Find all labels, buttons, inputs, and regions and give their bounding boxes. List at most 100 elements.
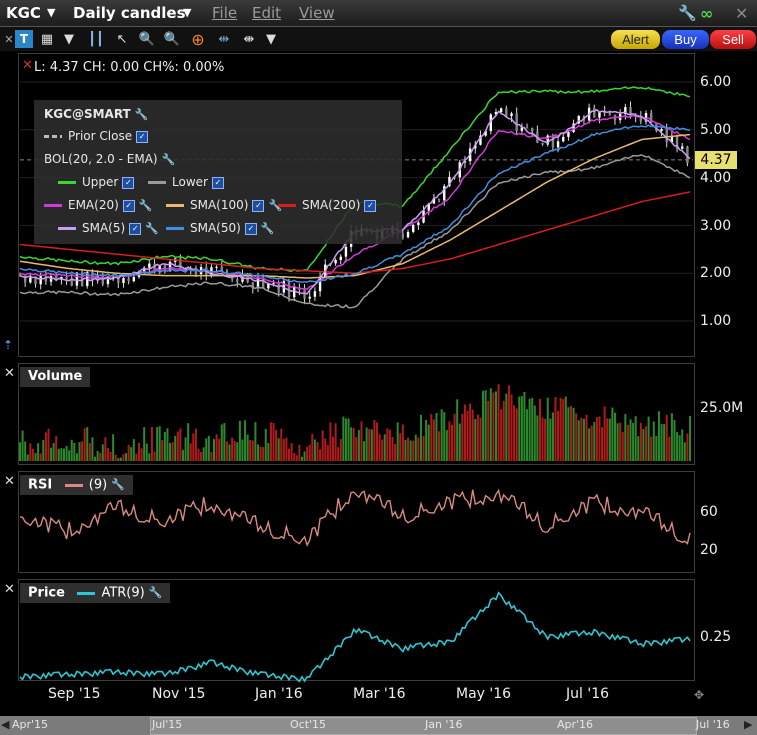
sell-button[interactable]: Sell	[710, 30, 756, 49]
volume-tick: 25.0M	[700, 400, 744, 416]
text-tool-icon[interactable]: T	[15, 30, 33, 48]
sma50-label: SMA(50)	[190, 221, 241, 235]
wrench-icon[interactable]: 🔧	[111, 475, 125, 495]
price-tick: 3.00	[700, 218, 732, 234]
x-tick: Jul '16	[566, 686, 610, 702]
price-tick: 5.00	[700, 122, 732, 138]
scroll-left-icon[interactable]: ◀	[1, 718, 9, 731]
menu-view[interactable]: View	[299, 4, 335, 22]
sma100-checkbox[interactable]: ✓	[252, 199, 265, 212]
scroller-thumb[interactable]	[150, 717, 697, 735]
chevron-down-icon[interactable]: ▼	[183, 6, 191, 19]
legend-sma50: SMA(50) ✓ 🔧	[166, 221, 275, 235]
x-tick: Mar '16	[353, 686, 406, 702]
sma200-checkbox[interactable]: ✓	[364, 199, 377, 212]
chart-toolbar: ✕ T ▦ ▼ ┃┃ ↖ 🔍 🔍 ⊕ ⇹ ⇼ ▼ Alert Buy Sell	[0, 27, 757, 51]
legend-lower: Lower ✓	[148, 175, 224, 189]
wrench-icon[interactable]: 🔧	[149, 583, 163, 603]
info-close-icon[interactable]: ✕	[22, 58, 33, 73]
ema20-checkbox[interactable]: ✓	[122, 199, 135, 212]
rsi-tick: 20	[700, 542, 718, 558]
chevron-down-icon[interactable]: ▼	[47, 6, 55, 19]
pan-icon[interactable]: ✥	[694, 688, 704, 702]
rsi-label-box: RSI (9) 🔧	[20, 475, 133, 495]
lower-checkbox[interactable]: ✓	[211, 176, 224, 189]
crosshair-icon[interactable]: ⊕	[189, 30, 207, 49]
buy-button[interactable]: Buy	[662, 30, 709, 49]
sma50-checkbox[interactable]: ✓	[244, 222, 257, 235]
lower-swatch-icon	[148, 181, 166, 184]
volume-panel[interactable]	[18, 363, 695, 465]
menu-file[interactable]: File	[212, 4, 237, 22]
compress-icon[interactable]: ⇹	[215, 30, 233, 48]
scroll-right-icon[interactable]: ▶	[744, 718, 752, 731]
atr-swatch-icon	[77, 591, 96, 595]
x-tick: Jan '16	[255, 686, 303, 702]
contract-label: KGC@SMART	[44, 107, 131, 121]
close-icon[interactable]: ✕	[735, 4, 748, 23]
timeframe-selector[interactable]: Daily candles	[73, 4, 186, 22]
time-scroller[interactable]: ◀ Apr'15 Jul'15 Oct'15 Jan '16 Apr'16 Ju…	[0, 716, 757, 735]
scroller-label: Jan '16	[425, 718, 463, 731]
bar-chart-icon[interactable]: ┃┃	[87, 30, 105, 48]
symbol-selector[interactable]: KGC	[6, 4, 41, 22]
alert-button[interactable]: Alert	[611, 30, 660, 49]
wrench-icon[interactable]: 🔧	[678, 4, 697, 22]
price-tick: 1.00	[700, 313, 732, 329]
sma5-label: SMA(5)	[82, 221, 126, 235]
chevron-down-icon[interactable]: ▼	[60, 30, 78, 48]
rsi-swatch-icon	[64, 483, 83, 487]
price-tick: 4.00	[700, 170, 732, 186]
atr-tick: 0.25	[700, 629, 732, 645]
menu-edit[interactable]: Edit	[252, 4, 281, 22]
scroller-label: Apr'16	[557, 718, 594, 731]
wrench-icon[interactable]: 🔧	[135, 108, 149, 121]
atr-label-box: Price ATR(9) 🔧	[20, 583, 171, 603]
scroller-label: Jul '16	[696, 718, 730, 731]
cursor-icon[interactable]: ↖	[113, 30, 131, 48]
volume-title: Volume	[20, 367, 91, 387]
scroller-label: Jul'15	[152, 718, 183, 731]
volume-close-icon[interactable]: ✕	[4, 366, 15, 381]
scale-icon[interactable]: ⇡	[3, 338, 13, 352]
rsi-close-icon[interactable]: ✕	[4, 474, 15, 489]
wrench-icon[interactable]: 🔧	[145, 222, 159, 235]
zoom-in-icon[interactable]: 🔍	[138, 30, 156, 48]
wrench-icon[interactable]: 🔧	[139, 199, 153, 212]
rsi-param: (9)	[88, 477, 108, 493]
title-bar: KGC ▼ Daily candles ▼ File Edit View 🔧 ∞…	[0, 0, 757, 27]
dashed-line-icon	[44, 135, 62, 138]
sma100-label: SMA(100)	[190, 198, 249, 212]
upper-label: Upper	[82, 175, 119, 189]
last-price-tag: 4.37	[695, 151, 737, 169]
price-tick: 6.00	[700, 74, 732, 90]
chevron-down-icon[interactable]: ▼	[262, 30, 280, 48]
scroller-label: Apr'15	[12, 718, 49, 731]
rsi-title: RSI	[28, 477, 53, 493]
prior-close-checkbox[interactable]: ✓	[136, 130, 149, 143]
sma200-swatch-icon	[278, 204, 296, 207]
layout-grid-icon[interactable]: ▦	[38, 30, 56, 48]
legend-ema20: EMA(20) ✓ 🔧	[44, 198, 152, 212]
expand-icon[interactable]: ⇼	[240, 30, 258, 48]
wrench-icon[interactable]: 🔧	[162, 153, 176, 166]
sma50-swatch-icon	[166, 227, 184, 230]
upper-swatch-icon	[58, 181, 76, 184]
atr-title: Price	[28, 585, 65, 601]
legend-sma5: SMA(5) ✓ 🔧	[58, 221, 159, 235]
link-icon[interactable]: ∞	[700, 4, 713, 23]
atr-close-icon[interactable]: ✕	[4, 582, 15, 597]
sma5-checkbox[interactable]: ✓	[129, 222, 142, 235]
x-tick: Nov '15	[152, 686, 206, 702]
ema20-label: EMA(20)	[68, 198, 119, 212]
legend-upper: Upper ✓	[58, 175, 135, 189]
wrench-icon[interactable]: 🔧	[261, 222, 275, 235]
x-tick: May '16	[456, 686, 512, 702]
atr-param: ATR(9)	[101, 585, 145, 601]
prior-close-label: Prior Close	[68, 129, 133, 143]
zoom-out-icon[interactable]: 🔍	[163, 30, 181, 48]
legend-sma200: SMA(200) ✓	[278, 198, 377, 212]
upper-checkbox[interactable]: ✓	[122, 176, 135, 189]
sma5-swatch-icon	[58, 227, 76, 230]
x-tick: Sep '15	[48, 686, 101, 702]
